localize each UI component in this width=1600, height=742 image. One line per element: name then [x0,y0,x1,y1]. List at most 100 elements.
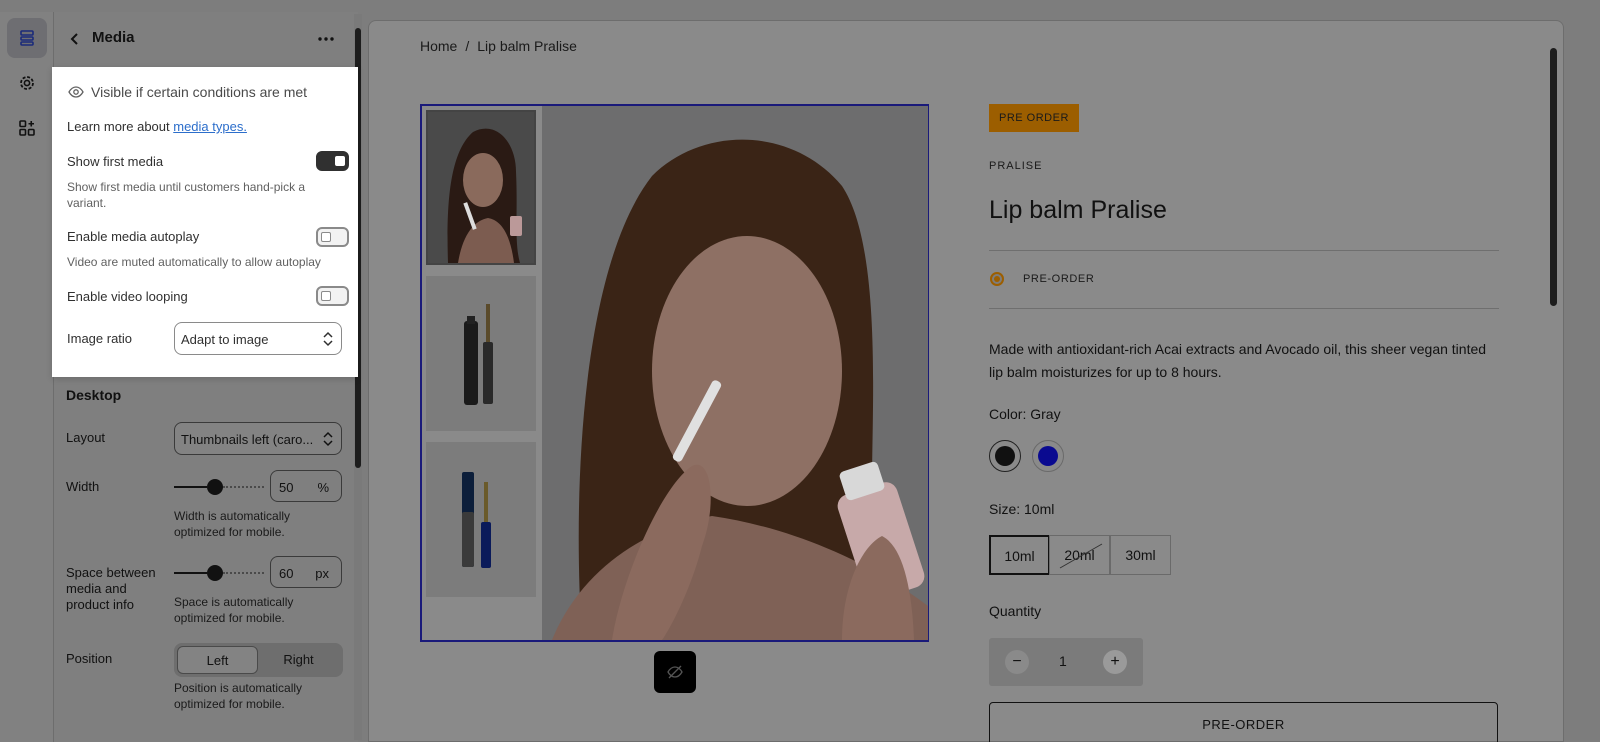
breadcrumb-separator: / [465,38,470,54]
divider [989,308,1499,309]
position-hint-line-2: optimized for mobile. [174,697,285,711]
looping-toggle[interactable] [316,286,349,306]
more-icon[interactable] [316,30,336,48]
autoplay-label: Enable media autoplay [67,229,200,244]
product-description: Made with antioxidant-rich Acai extracts… [989,341,1487,380]
space-label-line-2: media and [66,581,127,596]
eye-icon [68,86,84,98]
thumbnail-gloss-blue[interactable] [426,442,536,597]
width-slider-thumb[interactable] [207,479,223,495]
color-label: Color: Gray [989,406,1061,422]
position-hint-line-1: Position is automatically [174,681,303,695]
model-thumbnail-image [428,112,534,263]
divider [989,250,1499,251]
layout-label: Layout [66,430,106,445]
quantity-value[interactable]: 1 [1059,653,1067,669]
looping-label: Enable video looping [67,289,188,304]
space-hint-line-1: Space is automatically [174,595,294,609]
position-segmented-control: Left Right [174,643,343,677]
thumbnail-gloss-black[interactable] [426,276,536,431]
back-icon[interactable] [66,30,84,48]
swatch-black-fill [995,446,1015,466]
show-first-media-toggle[interactable] [316,151,349,171]
position-left-option[interactable]: Left [177,646,258,674]
quantity-label: Quantity [989,603,1042,619]
space-slider[interactable] [174,565,264,581]
space-label-line-3: product info [66,597,134,612]
size-label: Size: 10ml [989,501,1055,517]
image-ratio-value: Adapt to image [181,332,269,347]
size-option-10ml[interactable]: 10ml [989,535,1050,575]
image-ratio-label: Image ratio [67,331,133,346]
status-dot-icon [990,272,1004,286]
width-label: Width [66,479,100,494]
minus-icon: − [1012,653,1022,670]
media-settings-popup: Visible if certain conditions are met Le… [52,67,358,377]
space-value: 60 [279,566,294,581]
toggle-knob [335,156,345,166]
width-hint-line-1: Width is automatically [174,509,291,523]
sections-button[interactable] [7,18,47,58]
pre-order-button[interactable]: PRE-ORDER [989,702,1498,742]
space-hint: Space is automatically optimized for mob… [174,594,293,626]
desktop-heading: Desktop [66,387,122,403]
toggle-knob [321,291,331,301]
chevron-updown-icon [323,431,333,447]
product-vendor: PRALISE [989,160,1043,172]
space-slider-thumb[interactable] [207,565,223,581]
width-slider-track [223,486,264,488]
quantity-stepper: − 1 + [989,638,1143,686]
quantity-decrease-button[interactable]: − [1005,650,1029,674]
autoplay-toggle[interactable] [316,227,349,247]
product-title: Lip balm Pralise [989,196,1167,224]
apps-button[interactable] [7,108,47,148]
preview-scrollbar[interactable] [1548,30,1558,730]
quantity-increase-button[interactable]: + [1103,650,1127,674]
plus-icon: + [1110,653,1120,670]
sections-icon [20,30,34,46]
size-option-30ml[interactable]: 30ml [1110,535,1171,575]
position-label: Position [66,651,113,666]
sold-out-strike [1059,543,1103,569]
panel-header: Media [54,12,358,66]
black-product-image [464,304,493,405]
gear-icon [20,76,34,90]
preview-scrollbar-thumb[interactable] [1550,48,1557,306]
pre-order-badge: PRE ORDER [989,104,1079,132]
position-hint: Position is automatically optimized for … [174,680,302,712]
swatch-blue[interactable] [1032,440,1064,472]
space-slider-track-filled [174,572,207,574]
width-value: 50 [279,480,294,495]
swatch-black[interactable] [989,440,1021,472]
show-first-media-hint: Show first media until customers hand-pi… [67,180,306,210]
width-slider[interactable] [174,479,264,495]
position-right-option[interactable]: Right [258,646,339,674]
breadcrumb-home[interactable]: Home [420,38,457,54]
thumbnail-model[interactable] [426,110,536,265]
breadcrumb: Home / Lip balm Pralise [420,38,577,54]
space-input[interactable]: 60 px [270,556,342,588]
image-ratio-select[interactable]: Adapt to image [174,322,342,355]
learn-more-prefix: Learn more about [67,119,174,134]
theme-settings-button[interactable] [7,63,47,103]
size-option-20ml[interactable]: 20ml [1049,535,1110,575]
blue-product-image [462,472,491,568]
main-product-image[interactable] [542,106,928,640]
media-gallery[interactable] [420,104,929,642]
media-types-link[interactable]: media types. [173,119,247,134]
inventory-status: PRE-ORDER [1023,273,1095,285]
show-first-media-label: Show first media [67,154,164,169]
panel-title: Media [92,29,135,46]
apps-icon [19,120,35,136]
space-label: Space between media and product info [66,565,156,613]
layout-select-value: Thumbnails left (caro... [181,432,314,447]
width-hint: Width is automatically optimized for mob… [174,508,290,540]
width-input[interactable]: 50 % [270,470,342,502]
autoplay-hint: Video are muted automatically to allow a… [67,255,321,269]
layout-select[interactable]: Thumbnails left (caro... [174,422,342,455]
hide-media-button[interactable] [654,651,696,693]
left-rail [0,12,54,742]
width-unit: % [317,480,329,495]
width-hint-line-2: optimized for mobile. [174,525,285,539]
swatch-blue-fill [1038,446,1058,466]
